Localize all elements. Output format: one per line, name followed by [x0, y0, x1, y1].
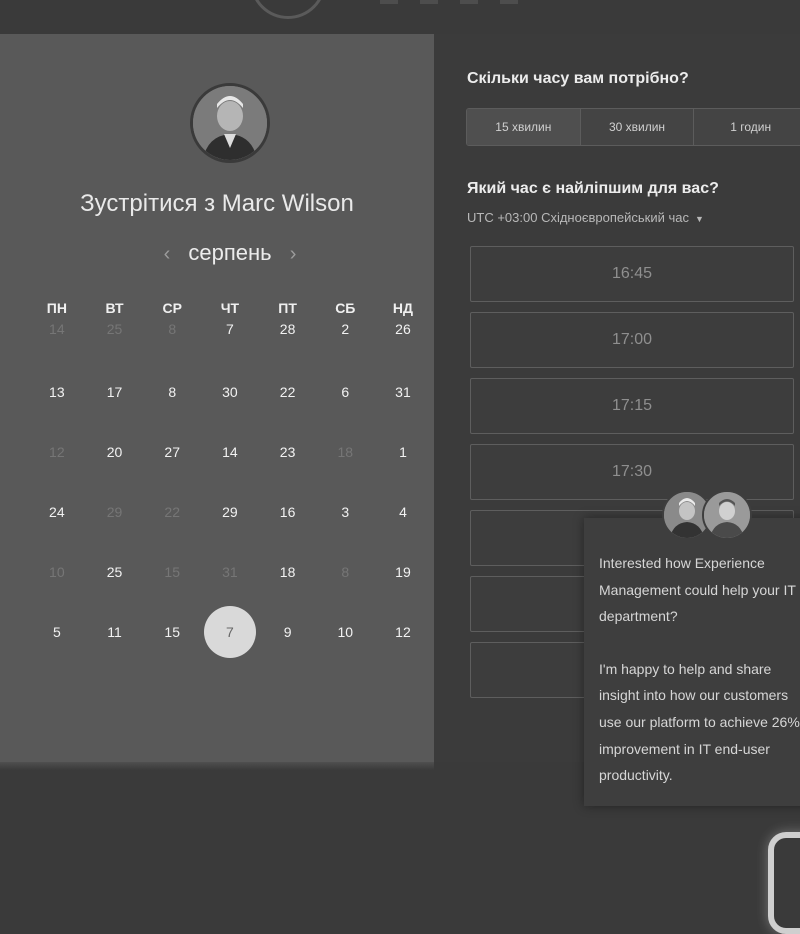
duration-option-30[interactable]: 30 хвилин: [580, 109, 695, 145]
duration-option-15[interactable]: 15 хвилин: [467, 109, 581, 145]
time-slot[interactable]: 16:45: [470, 246, 794, 302]
weekday-label: ЧТ: [220, 300, 240, 316]
logo-text-fragment: [380, 0, 540, 4]
weekday-label: НД: [392, 300, 414, 316]
calendar-day[interactable]: 15: [143, 562, 201, 622]
calendar-day[interactable]: 19: [374, 562, 432, 622]
calendar-day[interactable]: 10: [316, 622, 374, 682]
chat-agent-avatars: [662, 490, 752, 540]
panel-shadow: [0, 762, 434, 770]
calendar-day[interactable]: 22: [259, 382, 317, 442]
calendar-day[interactable]: 8: [143, 322, 201, 382]
calendar-day[interactable]: 8: [143, 382, 201, 442]
next-month-button[interactable]: ›: [290, 243, 297, 266]
chat-paragraph: I'm happy to help and share insight into…: [599, 660, 800, 784]
timezone-select[interactable]: UTC +03:00 Східноєвропейський час ▼: [467, 210, 704, 225]
person-photo-icon: [193, 86, 267, 160]
chat-message: Interested how Experience Management cou…: [599, 550, 800, 815]
weekday-label: ПН: [46, 300, 67, 316]
calendar-day[interactable]: 18: [259, 562, 317, 622]
time-slot[interactable]: 17:15: [470, 378, 794, 434]
calendar-day[interactable]: 7: [201, 322, 259, 382]
weekday-label: ПТ: [278, 300, 297, 316]
meeting-title: Зустрітися з Marc Wilson: [80, 190, 354, 217]
calendar-week-row: 5 11 15 7 9 10 12: [28, 606, 432, 682]
month-label: серпень: [188, 240, 272, 265]
calendar-day[interactable]: 24: [28, 502, 86, 562]
agent-avatar-2: [702, 490, 752, 540]
month-navigation: ‹ серпень ›: [0, 240, 460, 266]
calendar-grid: ПН ВТ СР ЧТ ПТ СБ НД 14 25 8 7 28 2 26 13 17 8 30 2…: [28, 300, 432, 682]
calendar-day[interactable]: 15: [143, 622, 201, 682]
caret-down-icon: ▼: [694, 214, 704, 224]
duration-question: Скільки часу вам потрібно?: [467, 70, 689, 87]
timezone-label: UTC +03:00 Східноєвропейський час: [467, 210, 689, 225]
duration-selector: 15 хвилин 30 хвилин 1 годин: [466, 108, 800, 146]
calendar-day[interactable]: 28: [259, 322, 317, 382]
calendar-day[interactable]: 9: [259, 622, 317, 682]
chat-launcher-icon[interactable]: [768, 832, 800, 934]
calendar-day[interactable]: 22: [143, 502, 201, 562]
calendar-week-row: 14 25 8 7 28 2 26: [28, 322, 432, 382]
calendar-week-row: 24 29 22 29 16 3 4: [28, 502, 432, 562]
calendar-day[interactable]: 12: [28, 442, 86, 502]
calendar-week-row: 12 20 27 14 23 18 1: [28, 442, 432, 502]
calendar-week-row: 13 17 8 30 22 6 31: [28, 382, 432, 442]
calendar-day[interactable]: 23: [259, 442, 317, 502]
calendar-day[interactable]: 6: [316, 382, 374, 442]
time-question: Який час є найліпшим для вас?: [467, 180, 719, 197]
logo-fragment: [250, 0, 326, 19]
calendar-day[interactable]: 20: [86, 442, 144, 502]
calendar-day[interactable]: 18: [316, 442, 374, 502]
calendar-day[interactable]: 31: [374, 382, 432, 442]
calendar-day[interactable]: 2: [316, 322, 374, 382]
calendar-day[interactable]: 13: [28, 382, 86, 442]
calendar-day[interactable]: 29: [201, 502, 259, 562]
calendar-day[interactable]: 10: [28, 562, 86, 622]
calendar-day[interactable]: 17: [86, 382, 144, 442]
calendar-day[interactable]: 5: [28, 622, 86, 682]
calendar-day[interactable]: 26: [374, 322, 432, 382]
chat-paragraph: Interested how Experience Management cou…: [599, 555, 796, 625]
calendar-day-selected[interactable]: 7: [201, 606, 259, 682]
top-header-strip: [0, 0, 800, 36]
calendar-day[interactable]: 14: [201, 442, 259, 502]
person-photo-icon: [704, 492, 750, 538]
duration-option-60[interactable]: 1 годин: [694, 109, 800, 145]
time-slot[interactable]: 17:00: [470, 312, 794, 368]
calendar-day[interactable]: 12: [374, 622, 432, 682]
calendar-day[interactable]: 3: [316, 502, 374, 562]
calendar-day[interactable]: 1: [374, 442, 432, 502]
calendar-day[interactable]: 25: [86, 322, 144, 382]
calendar-day[interactable]: 30: [201, 382, 259, 442]
calendar-day[interactable]: 29: [86, 502, 144, 562]
calendar-day[interactable]: 11: [86, 622, 144, 682]
calendar-day[interactable]: 16: [259, 502, 317, 562]
weekday-label: СБ: [335, 300, 356, 316]
prev-month-button[interactable]: ‹: [164, 243, 171, 266]
weekday-header: ПН ВТ СР ЧТ ПТ СБ НД: [28, 300, 432, 322]
calendar-day[interactable]: 25: [86, 562, 144, 622]
calendar-day[interactable]: 8: [316, 562, 374, 622]
calendar-day[interactable]: 4: [374, 502, 432, 562]
calendar-day[interactable]: 14: [28, 322, 86, 382]
host-avatar: [190, 83, 270, 163]
weekday-label: ВТ: [105, 300, 124, 316]
weekday-label: СР: [162, 300, 182, 316]
calendar-day[interactable]: 27: [143, 442, 201, 502]
selected-day-label: 7: [203, 606, 256, 658]
